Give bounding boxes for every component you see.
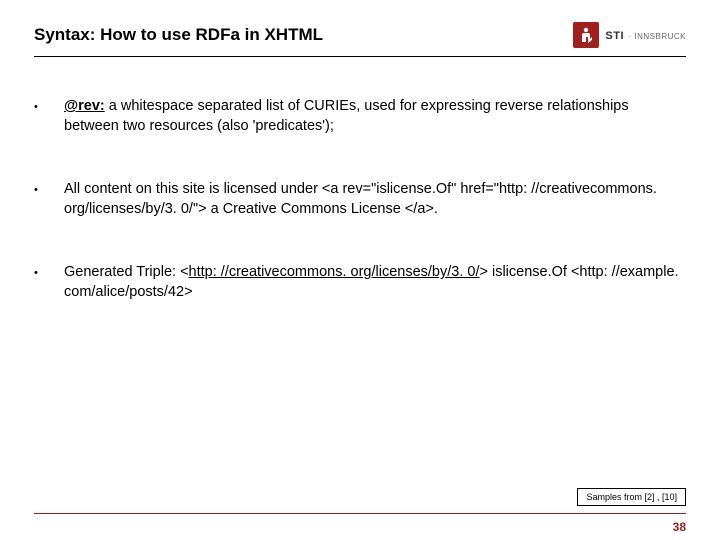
logo-text: STI · INNSBRUCK [605,26,686,44]
logo-icon [573,22,599,48]
divider-bottom [34,513,686,514]
bullet-text: All content on this site is licensed und… [64,180,686,219]
rev-desc: a whitespace separated list of CURIEs, u… [64,98,629,134]
list-item: • Generated Triple: <http: //creativecom… [34,263,686,302]
page-number: 38 [673,520,686,534]
bullet-text: Generated Triple: <http: //creativecommo… [64,263,686,302]
bullet-text: @rev: a whitespace separated list of CUR… [64,97,686,136]
brand-sub: · INNSBRUCK [628,32,686,41]
bullet-icon: • [34,180,64,219]
content: • @rev: a whitespace separated list of C… [0,57,720,302]
list-item: • @rev: a whitespace separated list of C… [34,97,686,136]
header: Syntax: How to use RDFa in XHTML STI · I… [0,0,720,56]
page-title: Syntax: How to use RDFa in XHTML [34,25,323,45]
triple-pre: Generated Triple: < [64,264,189,280]
samples-note: Samples from [2] , [10] [577,488,686,506]
brand-name: STI [605,30,624,42]
triple-link: http: //creativecommons. org/licenses/by… [189,264,480,280]
rev-label: @rev: [64,98,105,114]
bullet-icon: • [34,263,64,302]
list-item: • All content on this site is licensed u… [34,180,686,219]
logo: STI · INNSBRUCK [573,22,686,48]
bullet-icon: • [34,97,64,136]
